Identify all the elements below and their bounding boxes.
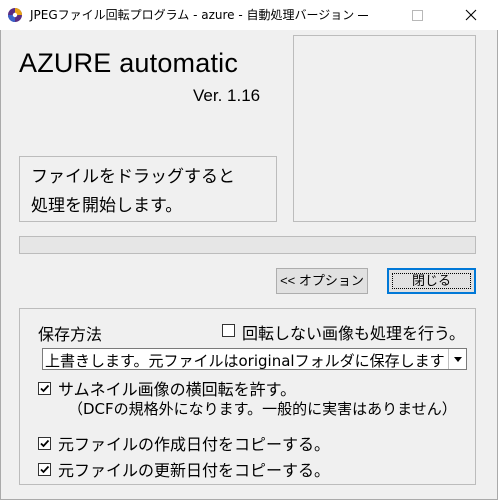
close-window-button[interactable] xyxy=(448,0,494,30)
copy-updated-date-label[interactable]: 元ファイルの更新日付をコピーする。 xyxy=(58,457,330,481)
copy-created-date-label[interactable]: 元ファイルの作成日付をコピーする。 xyxy=(58,431,330,455)
save-method-selected-value: 上書きします。元ファイルはoriginalフォルダに保存します xyxy=(45,352,445,370)
checkmark-icon xyxy=(40,439,50,448)
window-title: JPEGファイル回転プログラム - azure - 自動処理バージョン xyxy=(30,8,355,22)
chevron-down-icon xyxy=(454,357,462,362)
save-method-select[interactable]: 上書きします。元ファイルはoriginalフォルダに保存します xyxy=(42,348,467,370)
no-rotate-checkbox[interactable] xyxy=(222,324,235,337)
dcf-note: （DCFの規格外になります。一般的に実害はありません） xyxy=(68,400,457,418)
no-rotate-label[interactable]: 回転しない画像も処理を行う。 xyxy=(242,320,465,344)
copy-created-date-checkbox[interactable] xyxy=(38,437,51,450)
minimize-icon xyxy=(358,15,368,16)
minimize-button[interactable] xyxy=(340,0,386,30)
image-preview-area xyxy=(293,35,476,222)
save-method-label: 保存方法 xyxy=(38,325,103,344)
drop-instruction-line2: 処理を開始します。 xyxy=(31,196,183,216)
options-toggle-button[interactable]: << オプション xyxy=(276,268,368,294)
dropdown-arrow-button[interactable] xyxy=(448,349,466,369)
app-name-heading: AZURE automatic xyxy=(19,48,239,78)
checkmark-icon xyxy=(40,384,50,393)
close-icon xyxy=(465,9,477,21)
thumbnail-rotate-checkbox[interactable] xyxy=(38,382,51,395)
version-label: Ver. 1.16 xyxy=(193,86,261,105)
copy-updated-date-checkbox[interactable] xyxy=(38,463,51,476)
app-icon[interactable] xyxy=(7,7,23,23)
close-button-label: 閉じる xyxy=(411,273,451,288)
checkmark-icon xyxy=(40,465,50,474)
maximize-button xyxy=(394,0,440,30)
drop-target-area[interactable]: ファイルをドラッグすると 処理を開始します。 xyxy=(19,156,277,222)
maximize-icon xyxy=(412,10,423,21)
close-button[interactable]: 閉じる xyxy=(387,268,476,294)
drop-instruction-line1: ファイルをドラッグすると xyxy=(31,167,235,187)
title-bar: JPEGファイル回転プログラム - azure - 自動処理バージョン xyxy=(0,0,498,30)
thumbnail-rotate-label[interactable]: サムネイル画像の横回転を許す。 xyxy=(58,376,296,400)
progress-bar xyxy=(19,236,476,254)
